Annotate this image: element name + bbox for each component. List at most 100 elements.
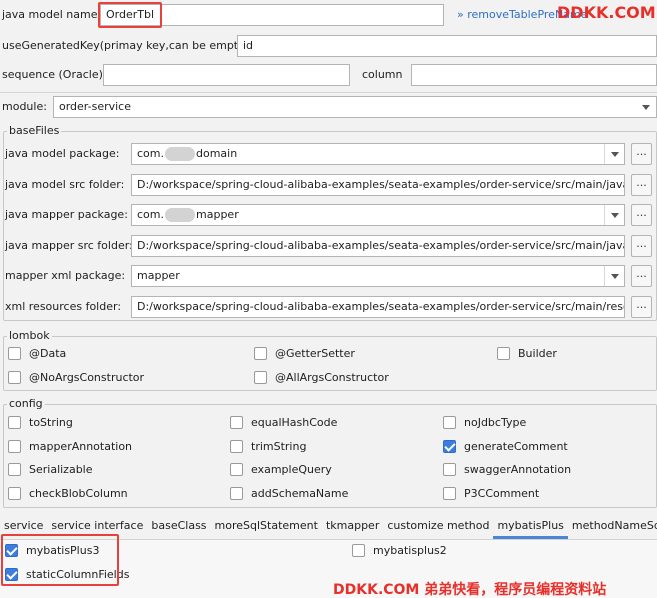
generated-key-field[interactable]: id: [237, 35, 657, 57]
browse-mapper-src-button[interactable]: ...: [631, 235, 652, 257]
mapper-package-prefix: com.: [137, 208, 164, 221]
checkbox-icon: [230, 463, 243, 476]
checkbox-icon: [443, 416, 456, 429]
checkbox-icon: [230, 416, 243, 429]
chevron-down-icon[interactable]: [604, 266, 624, 286]
mapper-package-select[interactable]: com. mapper: [131, 204, 625, 226]
checkbox-icon: [254, 371, 267, 384]
checkbox-icon: [254, 347, 267, 360]
checkbox-icon: [230, 440, 243, 453]
checkbox-label: equalHashCode: [251, 416, 338, 429]
checkbox-label: @AllArgsConstructor: [275, 371, 389, 384]
chevron-down-icon[interactable]: [604, 144, 624, 164]
model-package-prefix: com.: [137, 147, 164, 160]
checkbox-label: trimString: [251, 440, 307, 453]
browse-model-src-button[interactable]: ...: [631, 174, 652, 196]
checkbox-label: swaggerAnnotation: [464, 463, 572, 476]
checkbox-label: Serializable: [29, 463, 93, 476]
mapper-package-suffix: mapper: [196, 208, 239, 221]
checkbox-label: mybatisplus2: [373, 544, 447, 557]
config-trimstring-checkbox[interactable]: trimString: [230, 440, 306, 453]
checkbox-icon: [497, 347, 510, 360]
model-src-label: java model src folder:: [5, 178, 125, 191]
lombok-data-checkbox[interactable]: @Data: [8, 347, 66, 360]
browse-xml-package-button[interactable]: ...: [631, 265, 652, 287]
config-equalhashcode-checkbox[interactable]: equalHashCode: [230, 416, 337, 429]
lombok-allargs-checkbox[interactable]: @AllArgsConstructor: [254, 371, 389, 384]
browse-xml-folder-button[interactable]: ...: [631, 296, 652, 318]
checkbox-icon: [443, 487, 456, 500]
watermark-top: DDKK.COM: [557, 3, 656, 22]
checkbox-icon: [8, 463, 21, 476]
mapper-src-label: java mapper src folder:: [5, 239, 133, 252]
config-p3ccomment-checkbox[interactable]: P3CComment: [443, 487, 539, 500]
checkbox-checked-icon: [443, 440, 456, 453]
checkbox-icon: [443, 463, 456, 476]
module-label: module:: [2, 100, 47, 113]
tab-baseclass[interactable]: baseClass: [147, 517, 210, 539]
tab-customize-method[interactable]: customize method: [383, 517, 493, 539]
highlight-model-name: [98, 2, 162, 28]
separator: [0, 92, 657, 93]
config-checkblobcolumn-checkbox[interactable]: checkBlobColumn: [8, 487, 128, 500]
checkbox-label: addSchemaName: [251, 487, 349, 500]
mybatisplus2-checkbox[interactable]: mybatisplus2: [352, 544, 447, 557]
browse-mapper-package-button[interactable]: ...: [631, 204, 652, 226]
xml-folder-field[interactable]: D:/workspace/spring-cloud-alibaba-exampl…: [131, 296, 625, 318]
sequence-field[interactable]: [103, 64, 350, 86]
checkbox-icon: [8, 371, 21, 384]
model-package-suffix: domain: [196, 147, 238, 160]
chevron-down-icon[interactable]: [636, 97, 656, 117]
basefiles-title: baseFiles: [7, 124, 62, 138]
chevron-down-icon[interactable]: [604, 205, 624, 225]
highlight-mybatisplus-options: [1, 534, 119, 586]
checkbox-label: toString: [29, 416, 73, 429]
checkbox-icon: [230, 487, 243, 500]
redacted-blur: [165, 208, 195, 222]
checkbox-icon: [8, 416, 21, 429]
config-swaggerannotation-checkbox[interactable]: swaggerAnnotation: [443, 463, 571, 476]
checkbox-icon: [8, 487, 21, 500]
checkbox-label: generateComment: [464, 440, 568, 453]
lombok-noargs-checkbox[interactable]: @NoArgsConstructor: [8, 371, 144, 384]
sequence-label: sequence (Oracle): [2, 68, 103, 81]
xml-package-label: mapper xml package:: [5, 269, 126, 282]
checkbox-label: @GetterSetter: [275, 347, 355, 360]
redacted-blur: [165, 147, 195, 161]
browse-model-package-button[interactable]: ...: [631, 143, 652, 165]
lombok-gettersetter-checkbox[interactable]: @GetterSetter: [254, 347, 355, 360]
config-addschemaname-checkbox[interactable]: addSchemaName: [230, 487, 348, 500]
config-nojdbctype-checkbox[interactable]: noJdbcType: [443, 416, 526, 429]
checkbox-label: @NoArgsConstructor: [29, 371, 145, 384]
model-name-label: java model name:: [2, 8, 102, 21]
config-title: config: [7, 397, 45, 411]
xml-package-value: mapper: [137, 269, 180, 282]
lombok-builder-checkbox[interactable]: Builder: [497, 347, 557, 360]
xml-folder-label: xml resources folder:: [5, 300, 122, 313]
checkbox-label: mapperAnnotation: [29, 440, 133, 453]
tab-tkmapper[interactable]: tkmapper: [322, 517, 383, 539]
checkbox-icon: [8, 440, 21, 453]
checkbox-label: checkBlobColumn: [29, 487, 128, 500]
tab-methodnamesql[interactable]: methodNameSql: [568, 517, 657, 539]
xml-package-select[interactable]: mapper: [131, 265, 625, 287]
config-serializable-checkbox[interactable]: Serializable: [8, 463, 93, 476]
module-select[interactable]: order-service: [53, 96, 657, 118]
model-src-field[interactable]: D:/workspace/spring-cloud-alibaba-exampl…: [131, 174, 625, 196]
mapper-src-field[interactable]: D:/workspace/spring-cloud-alibaba-exampl…: [131, 235, 625, 257]
tab-mybatisplus[interactable]: mybatisPlus: [493, 517, 568, 539]
config-generatecomment-checkbox[interactable]: generateComment: [443, 440, 568, 453]
column-field[interactable]: [411, 64, 657, 86]
tab-moresqlstatement[interactable]: moreSqlStatement: [211, 517, 322, 539]
checkbox-label: noJdbcType: [464, 416, 527, 429]
config-mapperannotation-checkbox[interactable]: mapperAnnotation: [8, 440, 132, 453]
checkbox-icon: [352, 544, 365, 557]
checkbox-label: exampleQuery: [251, 463, 332, 476]
watermark-bottom: DDKK.COM 弟弟快看，程序员编程资料站: [333, 582, 607, 598]
module-value: order-service: [59, 100, 131, 113]
model-package-select[interactable]: com. domain: [131, 143, 625, 165]
config-examplequery-checkbox[interactable]: exampleQuery: [230, 463, 332, 476]
generated-key-label: useGeneratedKey(primay key,can be empty)…: [2, 39, 253, 52]
config-tostring-checkbox[interactable]: toString: [8, 416, 73, 429]
mapper-package-label: java mapper package:: [5, 208, 128, 221]
